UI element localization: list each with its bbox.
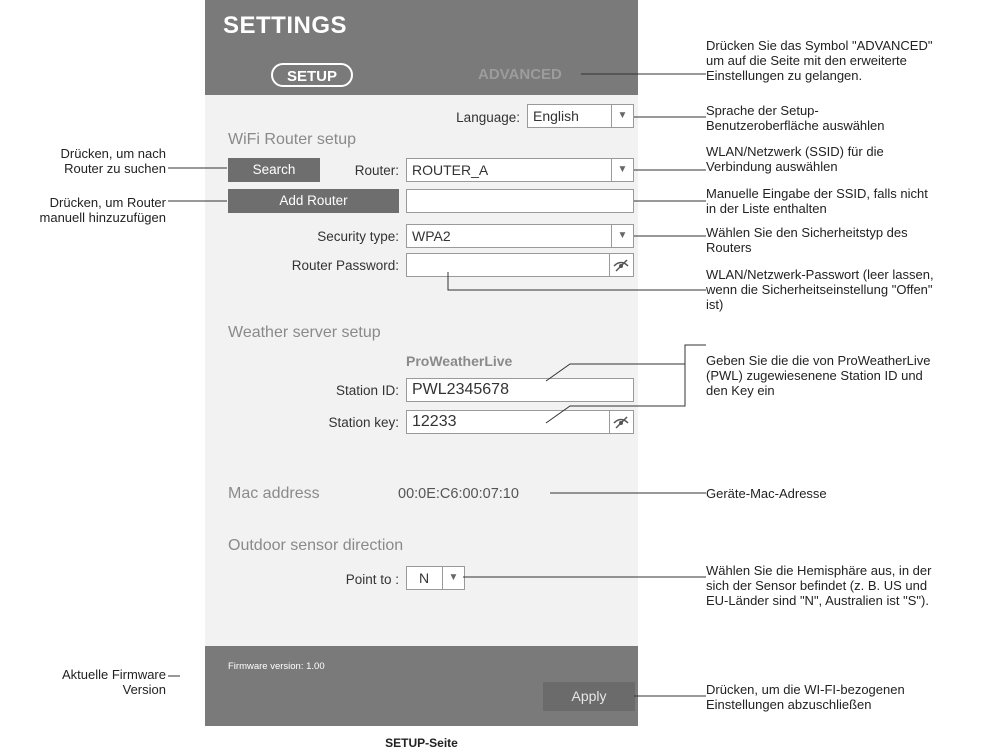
annotation-firmware: Aktuelle Firmware Version xyxy=(61,667,166,697)
annotation-search: Drücken, um nach Router zu suchen xyxy=(60,146,167,176)
annotation-add-router: Drücken, um Router manuell hinzuzufügen xyxy=(39,195,166,225)
annotation-mac: Geräte-Mac-Adresse xyxy=(706,486,827,501)
annotation-apply: Drücken, um die WI-FI-bezogenen Einstellu… xyxy=(706,682,905,712)
annotation-station: Geben Sie die die von ProWeatherLive (PWL… xyxy=(706,353,931,398)
annotation-manual-ssid: Manuelle Eingabe der SSID, falls nicht in… xyxy=(706,186,928,216)
annotation-hemisphere: Wählen Sie die Hemisphäre aus, in der sic… xyxy=(706,563,932,608)
annotation-advanced: Drücken Sie das Symbol "ADVANCED" um auf … xyxy=(706,38,933,83)
annotation-router: WLAN/Netzwerk (SSID) für die Verbindung a… xyxy=(706,144,884,174)
caption: SETUP-Seite xyxy=(385,736,458,750)
annotation-language: Sprache der Setup- Benutzeroberfläche aus… xyxy=(706,103,885,133)
annotation-password: WLAN/Netzwerk-Passwort (leer lassen, wenn… xyxy=(706,267,934,312)
annotation-security: Wählen Sie den Sicherheitstyp des Routers xyxy=(706,225,908,255)
